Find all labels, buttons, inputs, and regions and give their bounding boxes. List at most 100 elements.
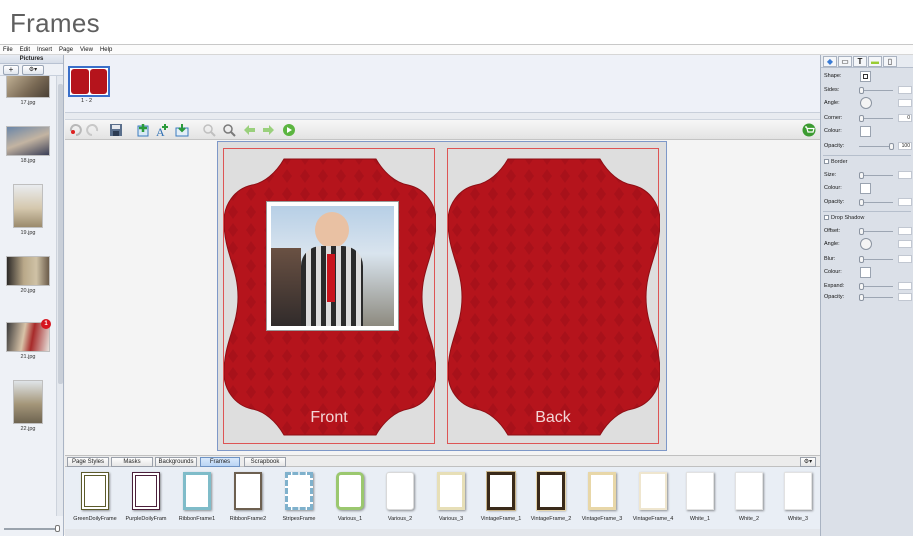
- frame-item[interactable]: White_3: [776, 472, 820, 522]
- frame-item[interactable]: VintageFrame_4: [631, 472, 675, 522]
- drop-shadow-checkbox[interactable]: Drop Shadow: [824, 215, 864, 221]
- corner-field[interactable]: 0: [898, 114, 912, 122]
- previous-page-icon[interactable]: [242, 123, 256, 137]
- order-cart-icon[interactable]: [802, 123, 816, 137]
- save-icon[interactable]: [109, 123, 123, 137]
- back-page[interactable]: Back: [447, 148, 660, 444]
- add-picture-icon[interactable]: [175, 123, 189, 137]
- shadow-angle-dial[interactable]: [860, 238, 872, 250]
- angle-field[interactable]: [898, 99, 912, 107]
- frame-preview: [336, 472, 364, 510]
- line-tab-icon[interactable]: ▬: [868, 56, 882, 67]
- frame-item[interactable]: Various_1: [328, 472, 372, 522]
- add-page-icon[interactable]: [136, 123, 150, 137]
- add-picture-button[interactable]: +: [3, 65, 19, 75]
- shadow-offset-slider[interactable]: [859, 228, 893, 235]
- picture-filename: 17.jpg: [20, 100, 36, 106]
- frame-item[interactable]: StripesFrame: [277, 472, 321, 522]
- frame-item[interactable]: White_1: [678, 472, 722, 522]
- shadow-colour-swatch[interactable]: [860, 267, 871, 278]
- opacity-slider[interactable]: [859, 143, 894, 150]
- shadow-blur-slider[interactable]: [859, 256, 893, 263]
- design-canvas[interactable]: Front Back: [65, 140, 820, 455]
- bracket-frame-back: [448, 158, 660, 436]
- corner-slider[interactable]: [859, 115, 893, 122]
- frame-item[interactable]: RibbonFrame2: [226, 472, 270, 522]
- frame-item[interactable]: VintageFrame_1: [479, 471, 523, 522]
- picture-thumbnail[interactable]: 20.jpg: [5, 256, 51, 294]
- frame-item[interactable]: Various_2: [378, 472, 422, 522]
- next-page-icon[interactable]: [262, 123, 276, 137]
- frame-name: GreenDoilyFrame: [73, 516, 117, 522]
- picture-filename: 21.jpg: [20, 354, 36, 360]
- border-size-slider[interactable]: [859, 172, 893, 179]
- menu-help[interactable]: Help: [100, 47, 112, 53]
- border-opacity-row: Opacity:: [824, 198, 912, 208]
- shadow-opacity-slider[interactable]: [859, 294, 893, 301]
- frame-item[interactable]: VintageFrame_3: [580, 472, 624, 522]
- shadow-expand-slider[interactable]: [859, 283, 893, 290]
- undo-icon[interactable]: [68, 123, 82, 137]
- menu-page[interactable]: Page: [59, 47, 73, 53]
- library-settings-button[interactable]: ⚙▾: [800, 457, 816, 467]
- page-tab-icon[interactable]: ▯: [883, 56, 897, 67]
- redo-icon[interactable]: [86, 123, 100, 137]
- shadow-angle-field[interactable]: [898, 240, 912, 248]
- frame-tab-icon[interactable]: ▭: [838, 56, 852, 67]
- spread-thumbnail[interactable]: [68, 66, 110, 97]
- frame-name: Various_1: [337, 516, 363, 522]
- frame-name: Various_3: [438, 516, 464, 522]
- frame-item[interactable]: White_2: [727, 472, 771, 522]
- colour-swatch[interactable]: [860, 126, 871, 137]
- pages-strip-scrollbar[interactable]: [65, 113, 820, 120]
- shape-tab-icon[interactable]: ◆: [823, 56, 837, 67]
- sides-slider[interactable]: [859, 87, 893, 94]
- shadow-offset-field[interactable]: [898, 227, 912, 235]
- border-checkbox[interactable]: Border: [824, 159, 848, 165]
- tab-scrapbook[interactable]: Scrapbook: [244, 457, 286, 467]
- picture-thumbnail[interactable]: 22.jpg: [5, 380, 51, 432]
- menu-file[interactable]: File: [3, 47, 13, 53]
- shadow-blur-field[interactable]: [898, 255, 912, 263]
- zoom-out-icon[interactable]: [202, 123, 216, 137]
- picture-thumbnail[interactable]: 19.jpg: [5, 184, 51, 236]
- shadow-opacity-label: Opacity:: [824, 294, 845, 300]
- menu-edit[interactable]: Edit: [20, 47, 30, 53]
- menu-view[interactable]: View: [80, 47, 93, 53]
- picture-thumbnail[interactable]: 18.jpg: [5, 126, 51, 164]
- play-icon[interactable]: [282, 123, 296, 137]
- border-opacity-field[interactable]: [898, 198, 912, 206]
- front-page[interactable]: Front: [223, 148, 436, 444]
- picture-thumbnail[interactable]: 1 21.jpg: [5, 319, 51, 360]
- frame-item[interactable]: PurpleDoilyFram: [124, 472, 168, 522]
- text-tab-icon[interactable]: T: [853, 56, 867, 67]
- frame-item[interactable]: GreenDoilyFrame: [73, 472, 117, 522]
- border-size-field[interactable]: [898, 171, 912, 179]
- border-colour-swatch[interactable]: [860, 183, 871, 194]
- opacity-field[interactable]: 100: [898, 142, 912, 150]
- page-spread: Front Back: [217, 141, 667, 451]
- picture-thumbnail[interactable]: 17.jpg: [5, 76, 51, 106]
- frame-item[interactable]: Various_3: [429, 472, 473, 522]
- sides-field[interactable]: [898, 86, 912, 94]
- angle-dial[interactable]: [860, 97, 872, 109]
- shadow-colour-label: Colour:: [824, 269, 842, 275]
- photo-placeholder[interactable]: [266, 201, 399, 331]
- pictures-settings-button[interactable]: ⚙▾: [22, 65, 44, 75]
- frame-item[interactable]: RibbonFrame1: [175, 472, 219, 522]
- shadow-expand-field[interactable]: [898, 282, 912, 290]
- border-opacity-slider[interactable]: [859, 199, 893, 206]
- shape-selector[interactable]: [860, 71, 871, 82]
- tab-frames[interactable]: Frames: [200, 457, 240, 467]
- tab-backgrounds[interactable]: Backgrounds: [155, 457, 197, 467]
- shadow-opacity-field[interactable]: [898, 293, 912, 301]
- pictures-scrollbar[interactable]: [56, 76, 63, 516]
- add-text-icon[interactable]: A: [155, 123, 169, 137]
- thumbnail-zoom-slider[interactable]: [4, 525, 60, 532]
- page-heading: Frames: [10, 8, 100, 38]
- tab-page-styles[interactable]: Page Styles: [67, 457, 109, 467]
- frame-item[interactable]: VintageFrame_2: [529, 471, 573, 522]
- menu-insert[interactable]: Insert: [37, 47, 52, 53]
- zoom-in-icon[interactable]: [222, 123, 236, 137]
- tab-masks[interactable]: Masks: [111, 457, 153, 467]
